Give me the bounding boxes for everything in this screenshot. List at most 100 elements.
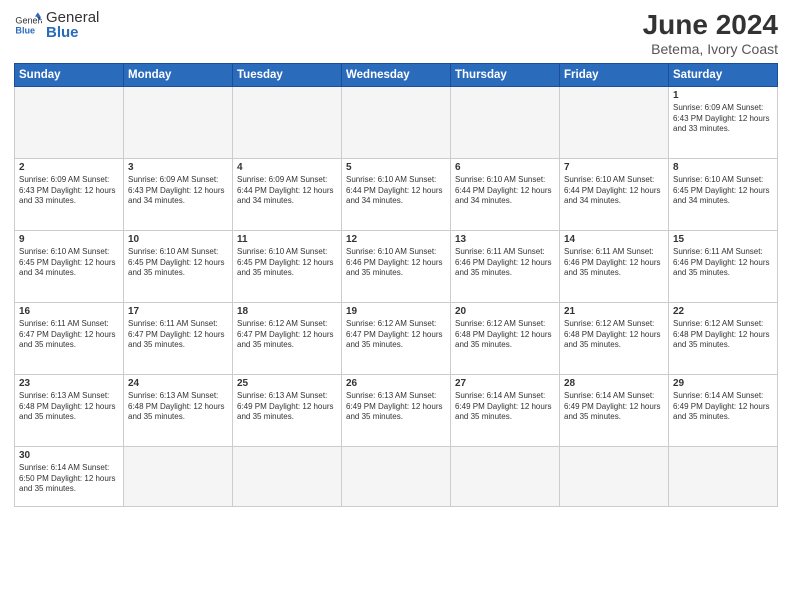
weekday-header-thursday: Thursday <box>451 63 560 86</box>
day-number: 6 <box>455 162 555 173</box>
calendar-cell: 7 Sunrise: 6:10 AM Sunset: 6:44 PM Daylig… <box>560 158 669 230</box>
calendar-cell: 4 Sunrise: 6:09 AM Sunset: 6:44 PM Daylig… <box>233 158 342 230</box>
day-number: 20 <box>455 306 555 317</box>
weekday-header-tuesday: Tuesday <box>233 63 342 86</box>
calendar-cell: 27Sunrise: 6:14 AM Sunset: 6:49 PM Dayli… <box>451 374 560 446</box>
day-info: Sunrise: 6:12 AM Sunset: 6:48 PM Dayligh… <box>673 319 773 351</box>
day-number: 15 <box>673 234 773 245</box>
day-number: 12 <box>346 234 446 245</box>
calendar-cell <box>342 446 451 506</box>
calendar-cell: 11 Sunrise: 6:10 AM Sunset: 6:45 PM Dayli… <box>233 230 342 302</box>
logo-general-text: General <box>46 10 99 25</box>
calendar-body: 1 Sunrise: 6:09 AM Sunset: 6:43 PM Daylig… <box>15 86 778 506</box>
calendar-cell: 5 Sunrise: 6:10 AM Sunset: 6:44 PM Daylig… <box>342 158 451 230</box>
calendar-cell: 29 Sunrise: 6:14 AM Sunset: 6:49 PM Dayli… <box>669 374 778 446</box>
calendar-cell: 24 Sunrise: 6:13 AM Sunset: 6:48 PM Dayli… <box>124 374 233 446</box>
calendar-cell: 12Sunrise: 6:10 AM Sunset: 6:46 PM Dayli… <box>342 230 451 302</box>
day-number: 26 <box>346 378 446 389</box>
calendar-cell: 3Sunrise: 6:09 AM Sunset: 6:43 PM Daylig… <box>124 158 233 230</box>
day-number: 11 <box>237 234 337 245</box>
calendar-cell: 18 Sunrise: 6:12 AM Sunset: 6:47 PM Dayli… <box>233 302 342 374</box>
calendar-cell: 2 Sunrise: 6:09 AM Sunset: 6:43 PM Daylig… <box>15 158 124 230</box>
day-info: Sunrise: 6:11 AM Sunset: 6:47 PM Dayligh… <box>19 319 119 351</box>
day-info: Sunrise: 6:11 AM Sunset: 6:46 PM Dayligh… <box>455 247 555 279</box>
day-number: 23 <box>19 378 119 389</box>
weekday-header-friday: Friday <box>560 63 669 86</box>
logo: General Blue General Blue <box>14 10 99 40</box>
day-number: 21 <box>564 306 664 317</box>
calendar-cell: 21 Sunrise: 6:12 AM Sunset: 6:48 PM Dayli… <box>560 302 669 374</box>
calendar-table: SundayMondayTuesdayWednesdayThursdayFrid… <box>14 63 778 507</box>
day-info: Sunrise: 6:10 AM Sunset: 6:45 PM Dayligh… <box>237 247 337 279</box>
day-info: Sunrise: 6:10 AM Sunset: 6:45 PM Dayligh… <box>19 247 119 279</box>
calendar-week-row: 23 Sunrise: 6:13 AM Sunset: 6:48 PM Dayli… <box>15 374 778 446</box>
header: General Blue General Blue June 2024 Bete… <box>14 10 778 57</box>
day-number: 1 <box>673 90 773 101</box>
day-info: Sunrise: 6:09 AM Sunset: 6:43 PM Dayligh… <box>673 103 773 135</box>
day-info: Sunrise: 6:13 AM Sunset: 6:48 PM Dayligh… <box>128 391 228 423</box>
day-number: 17 <box>128 306 228 317</box>
day-number: 8 <box>673 162 773 173</box>
calendar-cell: 30Sunrise: 6:14 AM Sunset: 6:50 PM Dayli… <box>15 446 124 506</box>
day-number: 13 <box>455 234 555 245</box>
day-info: Sunrise: 6:14 AM Sunset: 6:49 PM Dayligh… <box>673 391 773 423</box>
day-number: 22 <box>673 306 773 317</box>
calendar-cell: 22 Sunrise: 6:12 AM Sunset: 6:48 PM Dayli… <box>669 302 778 374</box>
day-info: Sunrise: 6:12 AM Sunset: 6:47 PM Dayligh… <box>237 319 337 351</box>
day-number: 28 <box>564 378 664 389</box>
day-number: 9 <box>19 234 119 245</box>
calendar-cell: 8Sunrise: 6:10 AM Sunset: 6:45 PM Daylig… <box>669 158 778 230</box>
calendar-cell <box>451 446 560 506</box>
day-number: 5 <box>346 162 446 173</box>
day-info: Sunrise: 6:10 AM Sunset: 6:44 PM Dayligh… <box>346 175 446 207</box>
calendar-cell: 14Sunrise: 6:11 AM Sunset: 6:46 PM Dayli… <box>560 230 669 302</box>
weekday-header-sunday: Sunday <box>15 63 124 86</box>
calendar-title: June 2024 <box>643 10 778 41</box>
day-info: Sunrise: 6:14 AM Sunset: 6:49 PM Dayligh… <box>564 391 664 423</box>
logo-blue-text: Blue <box>46 25 99 40</box>
day-number: 29 <box>673 378 773 389</box>
calendar-cell <box>342 86 451 158</box>
calendar-cell: 20Sunrise: 6:12 AM Sunset: 6:48 PM Dayli… <box>451 302 560 374</box>
calendar-week-row: 9 Sunrise: 6:10 AM Sunset: 6:45 PM Daylig… <box>15 230 778 302</box>
calendar-cell <box>560 446 669 506</box>
calendar-week-row: 30Sunrise: 6:14 AM Sunset: 6:50 PM Dayli… <box>15 446 778 506</box>
calendar-cell <box>560 86 669 158</box>
calendar-week-row: 16Sunrise: 6:11 AM Sunset: 6:47 PM Dayli… <box>15 302 778 374</box>
day-number: 7 <box>564 162 664 173</box>
calendar-cell: 10 Sunrise: 6:10 AM Sunset: 6:45 PM Dayli… <box>124 230 233 302</box>
day-info: Sunrise: 6:13 AM Sunset: 6:48 PM Dayligh… <box>19 391 119 423</box>
calendar-cell <box>233 86 342 158</box>
calendar-header: SundayMondayTuesdayWednesdayThursdayFrid… <box>15 63 778 86</box>
calendar-cell: 25Sunrise: 6:13 AM Sunset: 6:49 PM Dayli… <box>233 374 342 446</box>
weekday-header-saturday: Saturday <box>669 63 778 86</box>
calendar-cell <box>451 86 560 158</box>
weekday-header-wednesday: Wednesday <box>342 63 451 86</box>
calendar-cell: 16Sunrise: 6:11 AM Sunset: 6:47 PM Dayli… <box>15 302 124 374</box>
day-info: Sunrise: 6:10 AM Sunset: 6:44 PM Dayligh… <box>455 175 555 207</box>
day-info: Sunrise: 6:10 AM Sunset: 6:45 PM Dayligh… <box>128 247 228 279</box>
day-info: Sunrise: 6:10 AM Sunset: 6:44 PM Dayligh… <box>564 175 664 207</box>
day-info: Sunrise: 6:11 AM Sunset: 6:47 PM Dayligh… <box>128 319 228 351</box>
day-info: Sunrise: 6:12 AM Sunset: 6:47 PM Dayligh… <box>346 319 446 351</box>
calendar-cell: 13 Sunrise: 6:11 AM Sunset: 6:46 PM Dayli… <box>451 230 560 302</box>
calendar-cell: 17 Sunrise: 6:11 AM Sunset: 6:47 PM Dayli… <box>124 302 233 374</box>
day-number: 4 <box>237 162 337 173</box>
day-number: 2 <box>19 162 119 173</box>
calendar-cell <box>15 86 124 158</box>
day-info: Sunrise: 6:11 AM Sunset: 6:46 PM Dayligh… <box>564 247 664 279</box>
day-info: Sunrise: 6:12 AM Sunset: 6:48 PM Dayligh… <box>564 319 664 351</box>
calendar-cell: 15Sunrise: 6:11 AM Sunset: 6:46 PM Dayli… <box>669 230 778 302</box>
calendar-cell <box>124 446 233 506</box>
calendar-subtitle: Betema, Ivory Coast <box>643 41 778 57</box>
day-number: 24 <box>128 378 228 389</box>
day-info: Sunrise: 6:09 AM Sunset: 6:44 PM Dayligh… <box>237 175 337 207</box>
calendar-cell <box>124 86 233 158</box>
calendar-cell: 23 Sunrise: 6:13 AM Sunset: 6:48 PM Dayli… <box>15 374 124 446</box>
day-number: 18 <box>237 306 337 317</box>
calendar-page: General Blue General Blue June 2024 Bete… <box>0 0 792 612</box>
day-info: Sunrise: 6:09 AM Sunset: 6:43 PM Dayligh… <box>128 175 228 207</box>
day-info: Sunrise: 6:09 AM Sunset: 6:43 PM Dayligh… <box>19 175 119 207</box>
day-number: 10 <box>128 234 228 245</box>
calendar-cell <box>233 446 342 506</box>
